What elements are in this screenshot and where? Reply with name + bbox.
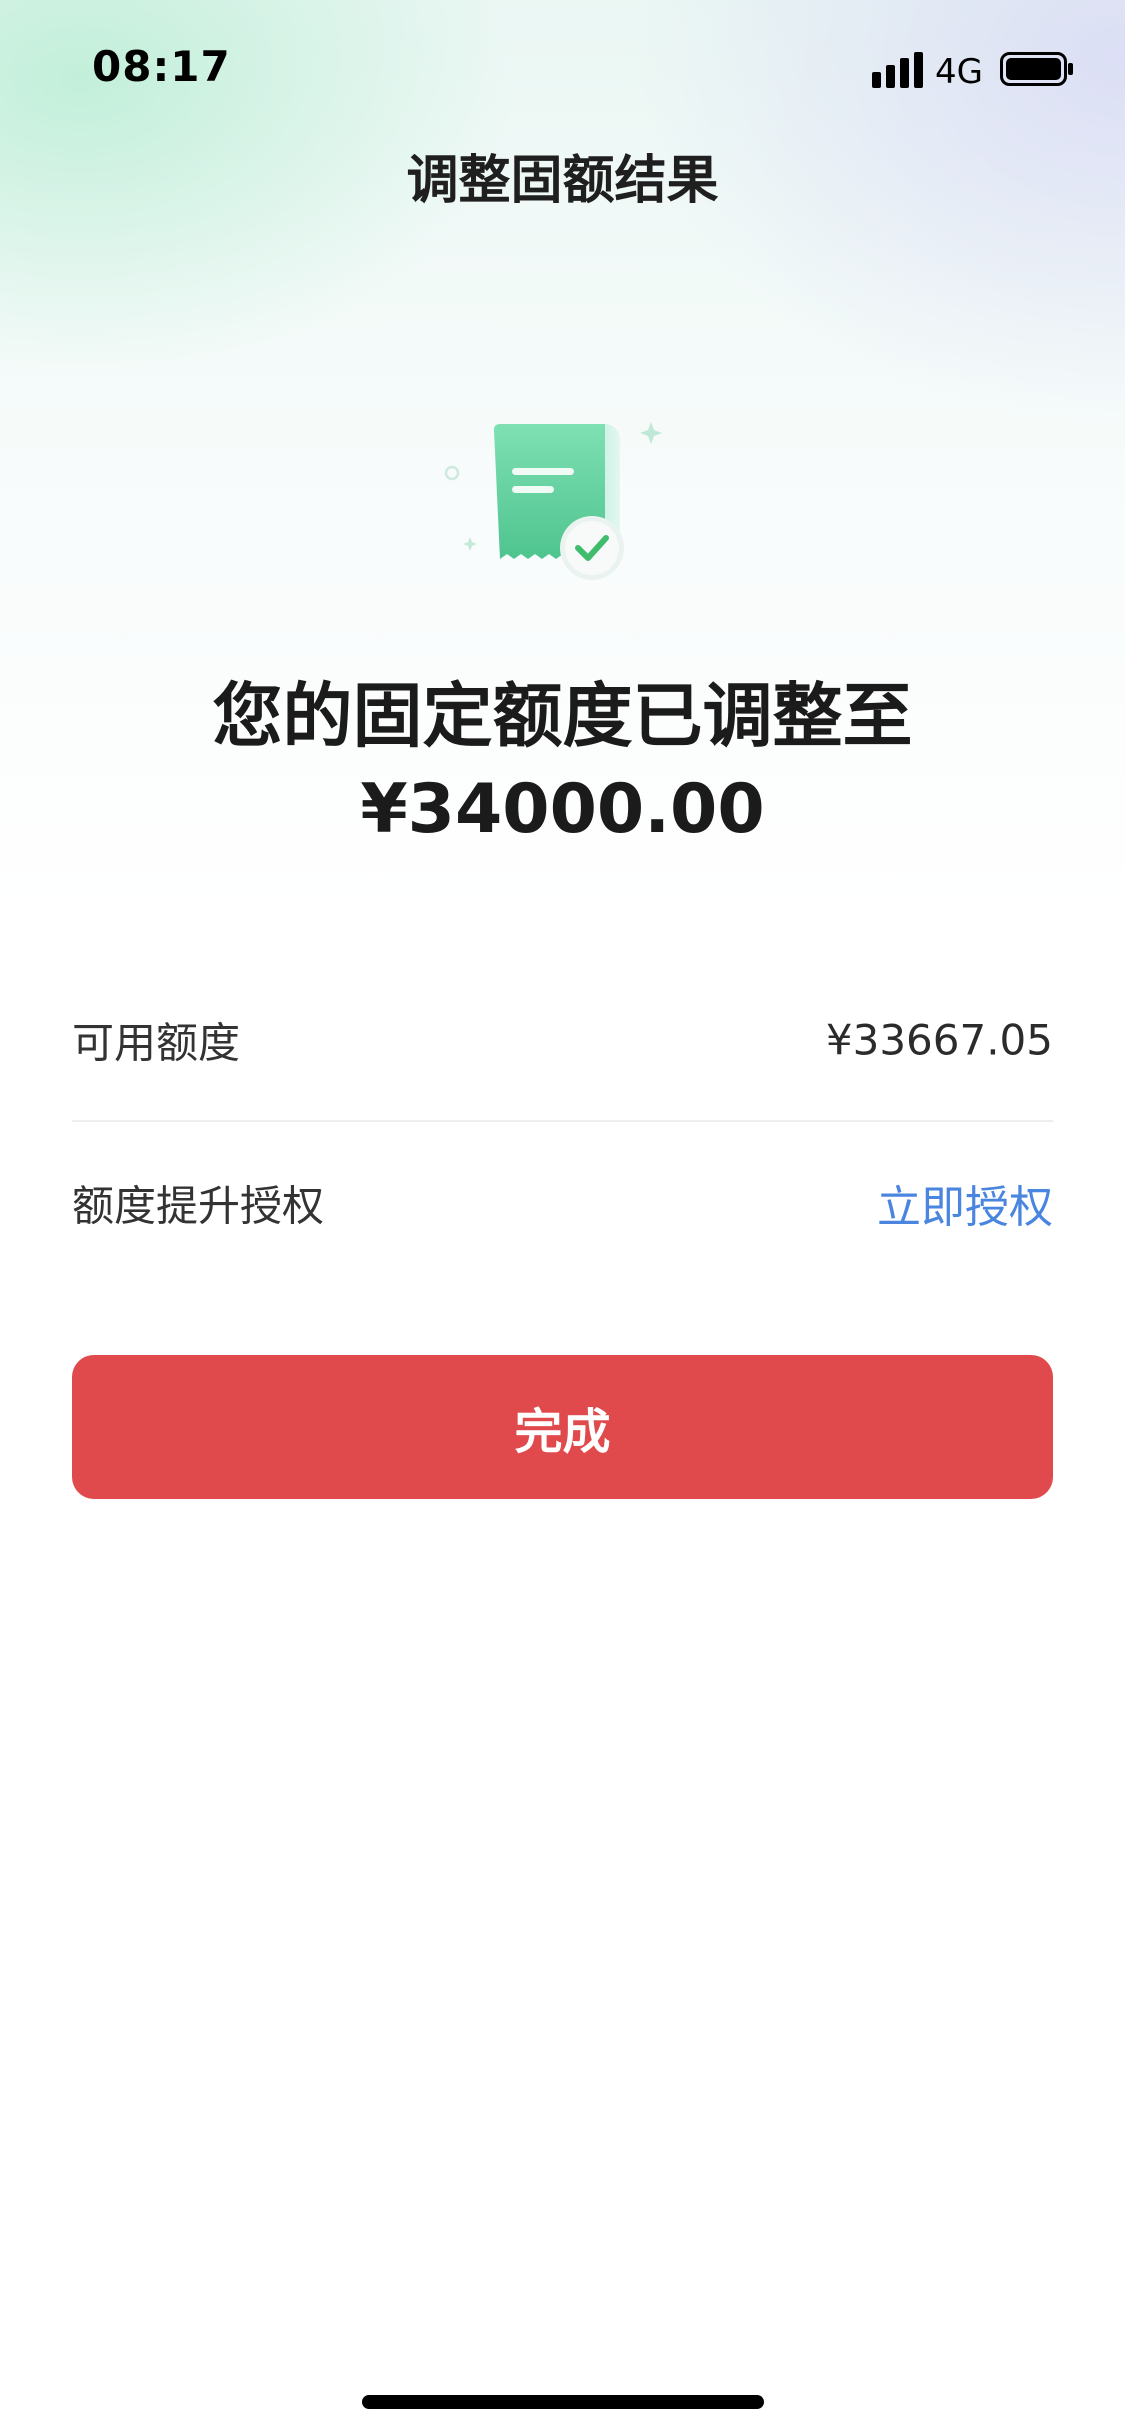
credit-increase-authorization-label: 额度提升授权 (72, 1181, 325, 1231)
status-bar: 08:17 4G (0, 0, 1125, 140)
done-button[interactable]: 完成 (72, 1355, 1053, 1499)
credit-increase-authorization-row: 额度提升授权 立即授权 (72, 1123, 1053, 1283)
authorize-now-link[interactable]: 立即授权 (877, 1171, 1053, 1235)
home-indicator (362, 2395, 764, 2409)
status-time: 08:17 (92, 42, 231, 91)
battery-icon (1000, 52, 1073, 86)
page-title: 调整固额结果 (406, 151, 719, 211)
result-headline: 您的固定额度已调整至 (212, 675, 913, 757)
adjusted-amount: ¥34000.00 (360, 770, 765, 849)
network-type: 4G (935, 52, 983, 92)
signal-icon (872, 52, 923, 88)
available-credit-label: 可用额度 (72, 1018, 241, 1068)
receipt-check-icon (444, 422, 662, 580)
available-credit-row: 可用额度 ¥33667.05 (72, 960, 1053, 1122)
available-credit-value: ¥33667.05 (825, 1015, 1053, 1065)
